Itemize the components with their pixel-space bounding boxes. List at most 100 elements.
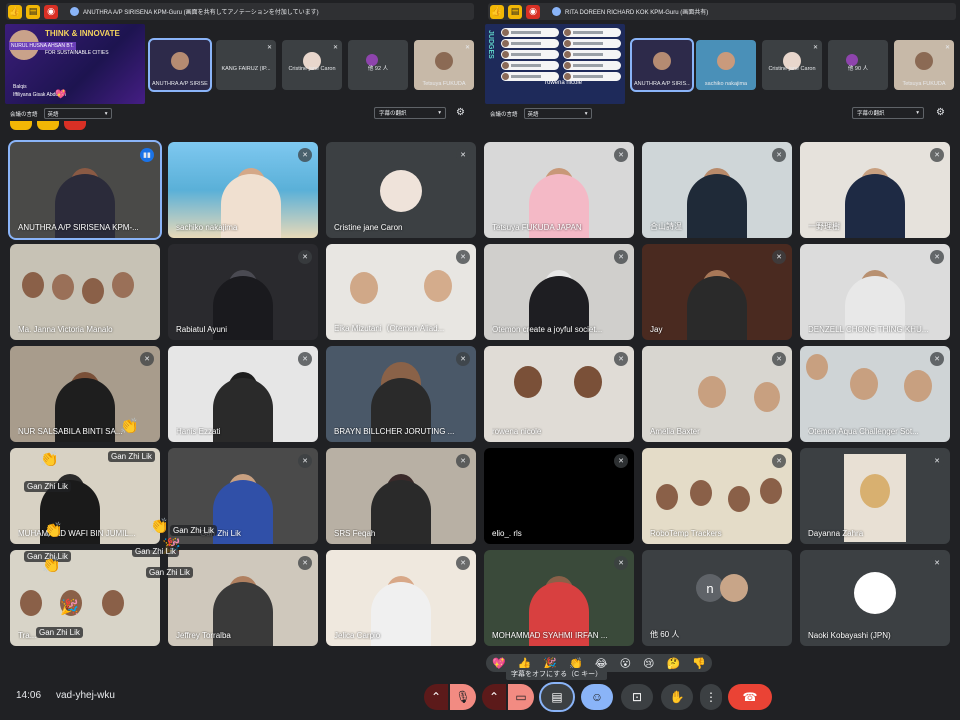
video-options-button[interactable]: ⌃ (482, 684, 506, 710)
participant-tile[interactable]: ✕ DENZELL CHONG THING KHU... (800, 244, 950, 340)
mic-toggle-button[interactable]: 🎙 (450, 684, 476, 710)
mic-off-icon: ✕ (456, 148, 470, 162)
more-options-button[interactable]: ⋮ (700, 684, 722, 710)
participant-tile[interactable]: ✕ elio_. rls (484, 448, 634, 544)
meeting-code: vad-yhej-wku (56, 690, 115, 701)
captions-button[interactable]: ▤ (539, 682, 575, 712)
participant-tile[interactable]: ✕ RoboTemp Trackers (642, 448, 792, 544)
thumb-name: KANG FAIRUZ (IP... (221, 66, 271, 72)
shared-screen-right[interactable]: JUDGES rowena nicole (485, 24, 625, 104)
participant-tile[interactable]: Tra... (10, 550, 160, 646)
avatar (915, 52, 933, 70)
camera-toggle-button[interactable]: ▭ (508, 684, 534, 710)
hang-up-icon: ☎ (742, 690, 758, 704)
participant-tile[interactable]: ✕ Jelica Carpio (326, 550, 476, 646)
participant-name: Tetsuya FUKUDA JAPAN (492, 223, 582, 232)
raise-hand-button[interactable]: ✋ (661, 684, 693, 710)
thinking-reaction-button[interactable]: 🤔 (666, 657, 680, 670)
thumb-right-2[interactable]: sachiko nakajima (696, 40, 756, 90)
avatar (720, 574, 748, 602)
top-left-toolbar: 👍 ▤ ◉ ANUTHRA A/P SIRISENA KPM-Guru (画面を… (6, 3, 474, 20)
participant-tile[interactable]: ✕ Jeffrey Torralba (168, 550, 318, 646)
reaction-sender-label: Gan Zhi Lik (146, 567, 193, 578)
surprised-reaction-button[interactable]: 😮 (620, 657, 631, 670)
record-icon[interactable]: ◉ (526, 4, 540, 19)
caption-translation-select[interactable]: 字幕の翻訳 ▾ (374, 107, 446, 119)
participant-tile[interactable]: ✕ Tetsuya FUKUDA JAPAN (484, 142, 634, 238)
participant-tile[interactable]: n 他 60 人 (642, 550, 792, 646)
mic-off-icon: ✕ (930, 454, 944, 468)
dropdown-icon: ▾ (584, 110, 588, 117)
folder-icon[interactable]: ▤ (508, 4, 522, 19)
judges-list (501, 28, 621, 81)
participant-tile[interactable]: ▮▮ ANUTHRA A/P SIRISENA KPM-... (10, 142, 160, 238)
judges-label: JUDGES (487, 30, 494, 59)
participant-tile[interactable]: ✕ BRAYN BILLCHER JORUTING ... (326, 346, 476, 442)
thumb-right-3[interactable]: ✕ Cristine jane Caron (762, 40, 822, 90)
thumb-left-5[interactable]: ✕ Tetsuya FUKUDA (414, 40, 474, 90)
record-icon[interactable]: ◉ (44, 4, 58, 19)
mic-off-icon: ✕ (298, 352, 312, 366)
audio-options-button[interactable]: ⌃ (424, 684, 448, 710)
participant-tile[interactable]: ✕ Hanis Ezzati (168, 346, 318, 442)
thumb-right-4[interactable]: 他 90 人 (828, 40, 888, 90)
participant-tile[interactable]: ✕ MOHAMMAD SYAHMI IRFAN ... (484, 550, 634, 646)
clap-reaction-icon: 👏 (150, 518, 169, 535)
participant-name: Otemon Aqua Challenger Sot... (808, 427, 919, 436)
participant-tile[interactable]: ✕ Eika Mizutani（Otemon Aliad... (326, 244, 476, 340)
participant-name: Jeffrey Torralba (176, 631, 231, 640)
mic-off-icon: ✕ (298, 148, 312, 162)
participant-name: Naoki Kobayashi (JPN) (808, 631, 891, 640)
settings-gear-icon[interactable]: ⚙ (456, 107, 465, 118)
partial-button[interactable] (37, 121, 59, 130)
avatar (380, 170, 422, 212)
mic-off-icon: ✕ (930, 148, 944, 162)
participant-tile[interactable]: ✕ sachiko nakajima (168, 142, 318, 238)
participant-tile[interactable]: ✕ Naoki Kobayashi (JPN) (800, 550, 950, 646)
reaction-icon[interactable]: 👍 (8, 4, 22, 19)
participant-name: DENZELL CHONG THING KHU... (808, 325, 929, 334)
thumb-right-1[interactable]: ANUTHRA A/P SIRIS... (630, 38, 694, 92)
reactions-button[interactable]: ☺ (581, 684, 613, 710)
reaction-icon[interactable]: 👍 (490, 4, 504, 19)
settings-gear-icon[interactable]: ⚙ (936, 107, 945, 118)
participant-tile[interactable]: MUHAMMAD WAFI BIN JUMIL... (10, 448, 160, 544)
thumbs-down-reaction-button[interactable]: 👎 (692, 657, 706, 670)
partial-button[interactable] (10, 121, 32, 130)
thumb-left-2[interactable]: ✕ KANG FAIRUZ (IP... (216, 40, 276, 90)
thumb-left-1[interactable]: ANUTHRA A/P SIRISENA KPM-Guru (148, 38, 212, 92)
participant-tile[interactable]: Ma. Janna Victoria Manalo (10, 244, 160, 340)
mic-off-icon: ✕ (772, 148, 786, 162)
shared-screen-left[interactable]: NURUL HUSNA AHSAN BT. THINK & INNOVATE F… (5, 24, 145, 104)
thumb-name: Cristine jane Caron (288, 66, 336, 72)
participant-tile[interactable]: ✕ 一野理樹 (800, 142, 950, 238)
participant-tile[interactable]: ✕ Jay (642, 244, 792, 340)
folder-icon[interactable]: ▤ (26, 4, 40, 19)
presentation-subtitle: FOR SUSTAINABLE CITIES (45, 50, 109, 56)
participant-tile[interactable]: ✕ Dayanna Zahra (800, 448, 950, 544)
participant-tile[interactable]: ✕ Cristine jane Caron (326, 142, 476, 238)
participant-tile[interactable]: ✕ rowena nicole (484, 346, 634, 442)
participant-tile[interactable]: ✕ Rabiatul Ayuni (168, 244, 318, 340)
participant-name: Hanis Ezzati (176, 427, 221, 436)
participant-name: Rabiatul Ayuni (176, 325, 227, 334)
participant-tile[interactable]: ✕ Otemon Aqua Challenger Sot... (800, 346, 950, 442)
sad-reaction-button[interactable]: 😢 (643, 657, 654, 670)
participant-tile[interactable]: ✕ Otemon create a joyful societ... (484, 244, 634, 340)
meeting-language-select[interactable]: 英語 ▾ (523, 108, 592, 119)
participant-tile[interactable]: ✕ 合山詩温 (642, 142, 792, 238)
mic-off-icon: ✕ (944, 45, 950, 51)
participant-tile[interactable]: ✕ SRS Feqah (326, 448, 476, 544)
heart-icon: 💖 (55, 89, 67, 99)
thumb-left-3[interactable]: ✕ Cristine jane Caron (282, 40, 342, 90)
thumb-right-5[interactable]: ✕ Tetsuya FUKUDA (894, 40, 954, 90)
shared-name-label: rowena nicole (545, 80, 583, 86)
thumb-left-4[interactable]: 他 92 人 (348, 40, 408, 90)
heart-reaction-button[interactable]: 💖 (492, 657, 506, 670)
leave-call-button[interactable]: ☎ (728, 684, 772, 710)
participant-tile[interactable]: ✕ Amelia Baxter (642, 346, 792, 442)
caption-translation-select[interactable]: 字幕の翻訳 ▾ (852, 107, 924, 119)
meeting-language-select[interactable]: 英語 ▾ (43, 108, 112, 119)
partial-button[interactable] (64, 121, 86, 130)
present-screen-button[interactable]: ⊡ (621, 684, 653, 710)
